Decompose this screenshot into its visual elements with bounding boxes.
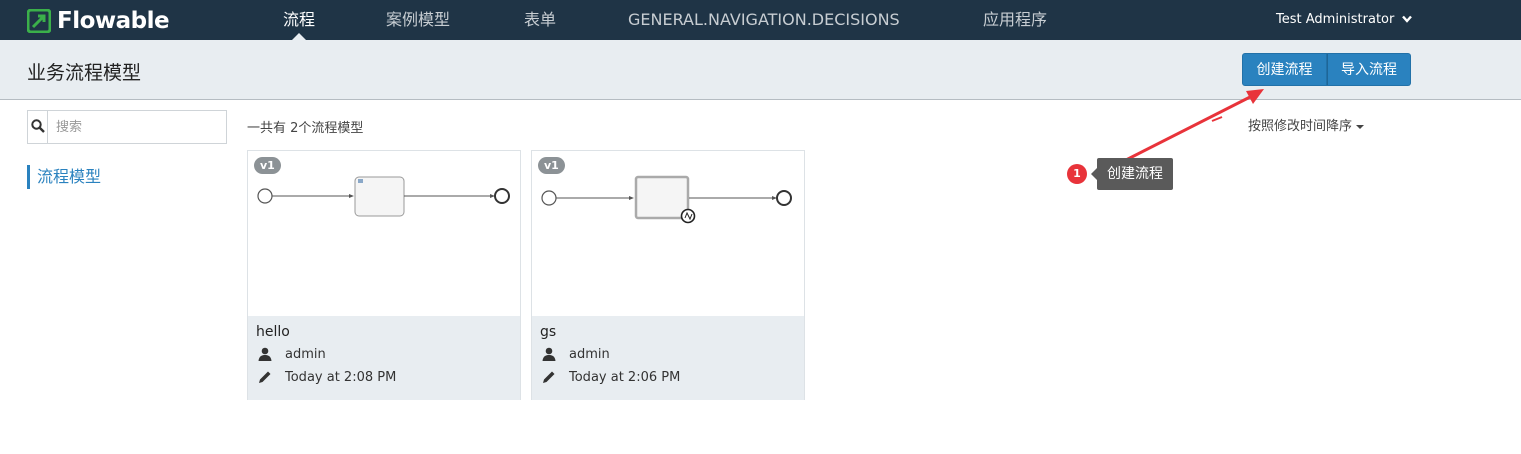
process-thumbnail: v1: [532, 151, 804, 316]
sort-dropdown[interactable]: 按照修改时间降序: [1248, 115, 1365, 134]
pencil-icon: [540, 368, 558, 386]
chevron-down-icon: [1401, 0, 1412, 40]
start-event: [541, 190, 557, 206]
sidebar-item-process-models[interactable]: 流程模型: [27, 165, 101, 189]
card-title: hello: [256, 324, 290, 340]
start-event: [257, 188, 273, 204]
flowable-logo-text: Flowable: [57, 8, 170, 34]
search-box: [27, 110, 227, 144]
nav-item-apps[interactable]: 应用程序: [983, 0, 1047, 40]
version-badge: v1: [538, 157, 565, 174]
card-author: admin: [256, 345, 326, 363]
nav-item-label: 流程: [283, 10, 316, 29]
caret-down-icon: [1356, 124, 1365, 129]
search-button[interactable]: [28, 111, 48, 143]
search-input[interactable]: [48, 111, 226, 143]
flowable-logo-icon: [26, 8, 52, 34]
service-task: [634, 175, 690, 220]
create-process-button[interactable]: 创建流程: [1242, 53, 1327, 86]
top-navbar: Flowable 流程 案例模型 表单 GENERAL.NAVIGATION.D…: [0, 0, 1521, 40]
pencil-icon: [256, 368, 274, 386]
nav-item-case-models[interactable]: 案例模型: [386, 0, 450, 40]
user-menu[interactable]: Test Administrator: [1276, 0, 1412, 40]
annotation-tooltip: 创建流程: [1091, 158, 1173, 190]
card-modified: Today at 2:08 PM: [256, 368, 396, 386]
card-author: admin: [540, 345, 610, 363]
page-title: 业务流程模型: [27, 62, 142, 84]
process-thumbnail: v1: [248, 151, 520, 316]
process-model-card[interactable]: v1 hello admin Today at 2:08 PM: [247, 150, 521, 400]
version-badge: v1: [254, 157, 281, 174]
modified-time: Today at 2:06 PM: [569, 369, 681, 385]
nav-item-forms[interactable]: 表单: [524, 0, 556, 40]
sort-label: 按照修改时间降序: [1248, 119, 1353, 134]
card-title: gs: [540, 324, 557, 340]
user-icon: [540, 345, 558, 363]
process-diagram: [541, 175, 792, 224]
annotation-number-badge: 1: [1067, 164, 1087, 184]
process-model-card[interactable]: v1 gs admin Today at 2:06 PM: [531, 150, 805, 400]
model-count: 一共有 2个流程模型: [247, 121, 364, 136]
process-diagram: [257, 176, 510, 217]
end-event: [494, 188, 510, 204]
author-name: admin: [569, 346, 610, 362]
header-actions: 创建流程 导入流程: [1242, 53, 1411, 86]
modified-time: Today at 2:08 PM: [285, 369, 397, 385]
author-name: admin: [285, 346, 326, 362]
card-info: gs admin Today at 2:06 PM: [532, 316, 804, 400]
card-modified: Today at 2:06 PM: [540, 368, 680, 386]
nav-item-process[interactable]: 流程: [283, 0, 315, 40]
end-event: [776, 190, 792, 206]
user-name: Test Administrator: [1276, 12, 1395, 27]
card-info: hello admin Today at 2:08 PM: [248, 316, 520, 400]
user-icon: [256, 345, 274, 363]
page-header: 业务流程模型 创建流程 导入流程: [0, 40, 1521, 100]
search-icon: [30, 118, 45, 137]
flowable-logo[interactable]: Flowable: [26, 8, 170, 34]
active-caret: [292, 33, 306, 40]
import-process-button[interactable]: 导入流程: [1327, 53, 1411, 86]
nav-item-decisions[interactable]: GENERAL.NAVIGATION.DECISIONS: [628, 0, 900, 40]
